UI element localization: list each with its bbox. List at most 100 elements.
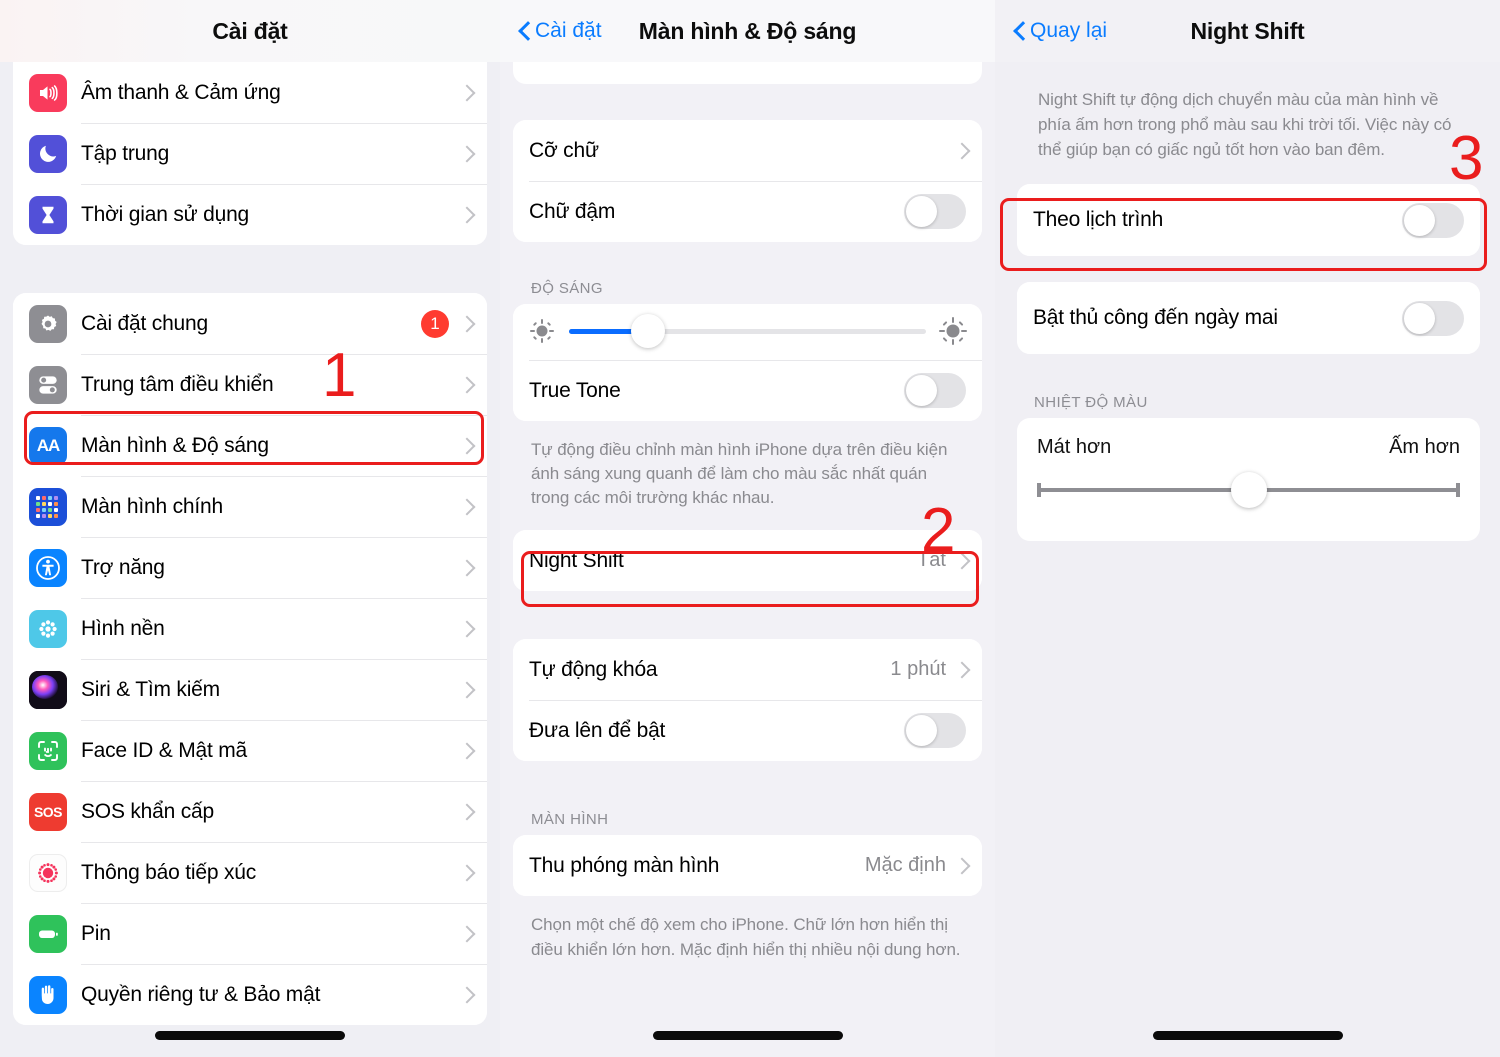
night-shift-list: Night Shift tự động dịch chuyển màu của … (995, 62, 1500, 542)
partial-card-above (513, 62, 982, 84)
true-tone-toggle[interactable] (904, 373, 966, 408)
page-title: Cài đặt (212, 17, 288, 44)
sidebar-item-display-brightness[interactable]: AA Màn hình & Độ sáng (13, 415, 487, 476)
brightness-track[interactable] (569, 314, 926, 348)
row-value: 1 phút (890, 658, 946, 681)
zoom-footnote: Chọn một chế độ xem cho iPhone. Chữ lớn … (531, 915, 961, 959)
sidebar-item-screen-time[interactable]: Thời gian sử dụng (13, 184, 487, 245)
night-shift-description: Night Shift tự động dịch chuyển màu của … (1038, 90, 1452, 159)
sidebar-item-label: Face ID & Mật mã (81, 738, 248, 762)
temperature-section-header: NHIỆT ĐỘ MÀU (1034, 394, 1148, 412)
temperature-warmer-label: Ấm hơn (1389, 436, 1460, 459)
zoom-group: Thu phóng màn hình Mặc định (513, 835, 982, 897)
sidebar-item-label: Màn hình & Độ sáng (81, 433, 269, 457)
night-shift-navbar: Quay lại Night Shift (995, 0, 1500, 62)
temperature-slider[interactable] (1037, 472, 1460, 509)
sidebar-item-label: Thông báo tiếp xúc (81, 860, 257, 884)
sun-small-icon (529, 318, 555, 344)
sidebar-item-label: Hình nền (81, 616, 165, 640)
back-button[interactable]: Quay lại (1013, 19, 1107, 43)
temperature-track-cap-right (1456, 483, 1460, 498)
three-phone-screenshots: Cài đặt Âm thanh & Cảm ứng Tập trung Thờ… (0, 0, 1500, 1057)
chevron-right-icon (956, 552, 966, 569)
chevron-right-icon (461, 437, 471, 454)
chevron-right-icon (461, 84, 471, 101)
sidebar-item-label: Thời gian sử dụng (81, 202, 250, 226)
night-shift-group: Night Shift Tắt (513, 530, 982, 592)
sidebar-item-wallpaper[interactable]: Hình nền (13, 598, 487, 659)
sidebar-item-siri-search[interactable]: Siri & Tìm kiếm (13, 659, 487, 720)
scheduled-toggle[interactable] (1402, 202, 1464, 238)
sidebar-item-label: Quyền riêng tư & Bảo mật (81, 982, 321, 1006)
sidebar-item-accessibility[interactable]: Trợ năng (13, 537, 487, 598)
back-button-label: Quay lại (1030, 19, 1108, 42)
row-display-zoom[interactable]: Thu phóng màn hình Mặc định (513, 835, 982, 897)
back-button[interactable]: Cài đặt (518, 19, 602, 43)
row-label: Tự động khóa (529, 657, 658, 681)
temperature-knob[interactable] (1230, 472, 1267, 509)
gear-icon (29, 304, 67, 343)
row-label: Bật thủ công đến ngày mai (1033, 306, 1278, 330)
row-true-tone[interactable]: True Tone (513, 360, 982, 421)
row-manual-until-tomorrow[interactable]: Bật thủ công đến ngày mai (1017, 282, 1480, 355)
row-text-size[interactable]: Cỡ chữ (513, 120, 982, 181)
row-value: Mặc định (864, 854, 946, 877)
sidebar-item-label: Pin (81, 921, 111, 945)
sidebar-item-label: Trợ năng (81, 555, 165, 579)
row-auto-lock[interactable]: Tự động khóa 1 phút (513, 639, 982, 701)
row-raise-to-wake[interactable]: Đưa lên để bật (513, 700, 982, 762)
display-list: Cỡ chữ Chữ đậm ĐỘ SÁNG True Tone Tự động… (500, 62, 995, 976)
row-night-shift[interactable]: Night Shift Tắt (513, 530, 982, 592)
raise-to-wake-toggle[interactable] (904, 713, 966, 749)
sun-large-icon (939, 317, 967, 345)
chevron-right-icon (461, 559, 471, 576)
brightness-knob[interactable] (630, 314, 665, 348)
settings-group-1: Âm thanh & Cảm ứng Tập trung Thời gian s… (13, 62, 487, 245)
sidebar-item-label: SOS khẩn cấp (81, 799, 215, 823)
row-bold-text[interactable]: Chữ đậm (513, 181, 982, 242)
chevron-right-icon (461, 206, 471, 223)
row-value: Tắt (917, 549, 946, 572)
chevron-right-icon (956, 142, 966, 159)
sidebar-item-focus[interactable]: Tập trung (13, 123, 487, 184)
sidebar-item-privacy-security[interactable]: Quyền riêng tư & Bảo mật (13, 964, 487, 1025)
sidebar-item-label: Cài đặt chung (81, 311, 208, 335)
sidebar-item-sounds[interactable]: Âm thanh & Cảm ứng (13, 62, 487, 123)
row-label: Chữ đậm (529, 199, 616, 223)
sidebar-item-exposure-notifications[interactable]: Thông báo tiếp xúc (13, 842, 487, 903)
home-indicator (1152, 1031, 1343, 1040)
sidebar-item-emergency-sos[interactable]: SOS SOS khẩn cấp (13, 781, 487, 842)
text-group: Cỡ chữ Chữ đậm (513, 120, 982, 242)
sidebar-item-home-screen[interactable]: Màn hình chính (13, 476, 487, 537)
home-screen-icon (29, 487, 67, 526)
toggle-knob (906, 196, 937, 227)
chevron-left-icon (518, 21, 530, 41)
brightness-slider-row[interactable] (513, 304, 982, 360)
siri-icon (29, 670, 67, 709)
sidebar-item-face-id[interactable]: Face ID & Mật mã (13, 720, 487, 781)
row-scheduled[interactable]: Theo lịch trình (1017, 184, 1480, 257)
sidebar-item-control-center[interactable]: Trung tâm điều khiển (13, 354, 487, 415)
sidebar-item-label: Trung tâm điều khiển (81, 372, 274, 396)
chevron-right-icon (461, 145, 471, 162)
sidebar-item-general[interactable]: Cài đặt chung 1 (13, 293, 487, 354)
toggle-knob (1404, 204, 1435, 236)
moon-icon (29, 134, 67, 173)
status-badge: 1 (421, 309, 449, 338)
sidebar-item-label: Màn hình chính (81, 494, 223, 518)
exposure-notification-icon (29, 853, 67, 892)
privacy-hand-icon (29, 975, 67, 1014)
chevron-left-icon (1013, 21, 1025, 41)
chevron-right-icon (461, 803, 471, 820)
chevron-right-icon (461, 620, 471, 637)
bold-text-toggle[interactable] (904, 194, 966, 229)
display-aa-icon: AA (29, 426, 67, 465)
sidebar-item-battery[interactable]: Pin (13, 903, 487, 964)
manual-toggle[interactable] (1402, 300, 1464, 336)
temperature-track-cap-left (1037, 483, 1041, 498)
page-title: Màn hình & Độ sáng (638, 17, 857, 44)
